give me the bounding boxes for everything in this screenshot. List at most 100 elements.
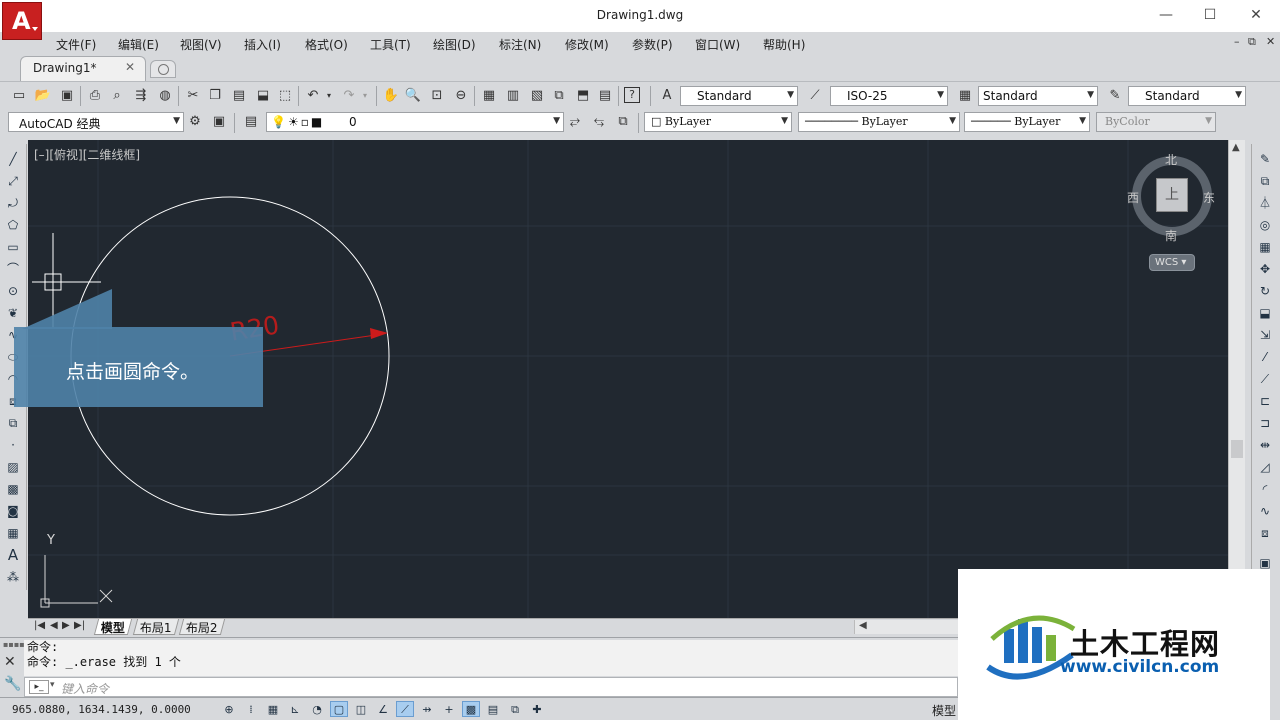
- plot-preview-icon[interactable]: ⌕: [108, 87, 126, 105]
- rotate-icon[interactable]: ↻: [1256, 282, 1274, 300]
- annotation-monitor-icon[interactable]: ✚: [528, 701, 546, 717]
- break-at-point-icon[interactable]: ⊏: [1256, 392, 1274, 410]
- menu-help[interactable]: 帮助(H): [763, 36, 805, 53]
- menu-parametric[interactable]: 参数(P): [632, 36, 673, 53]
- menu-tools[interactable]: 工具(T): [370, 36, 411, 53]
- copy-icon[interactable]: ❐: [206, 87, 224, 105]
- menu-window[interactable]: 窗口(W): [695, 36, 740, 53]
- close-window-button[interactable]: ✕: [1246, 6, 1266, 24]
- linetype-select[interactable]: ──────── ByLayer ▼: [798, 112, 960, 132]
- table-style-select[interactable]: Standard ▼: [978, 86, 1098, 106]
- block-editor-icon[interactable]: ⬚: [276, 87, 294, 105]
- cut-icon[interactable]: ✂: [184, 87, 202, 105]
- menu-insert[interactable]: 插入(I): [244, 36, 281, 53]
- menu-file[interactable]: 文件(F): [56, 36, 96, 53]
- table-style-icon[interactable]: ▦: [956, 87, 974, 105]
- copy-object-icon[interactable]: ⧉: [1256, 172, 1274, 190]
- next-layout-icon[interactable]: ▶: [62, 620, 70, 631]
- viewcube-west[interactable]: 西: [1127, 189, 1139, 206]
- dimension-style-select[interactable]: ISO-25 ▼: [830, 86, 948, 106]
- erase-icon[interactable]: ✎: [1256, 150, 1274, 168]
- sheet-set-icon[interactable]: ⧉: [550, 87, 568, 105]
- redo-icon[interactable]: ↷: [340, 87, 358, 105]
- command-prompt-icon[interactable]: ▸_: [29, 680, 49, 694]
- multileader-style-select[interactable]: Standard ▼: [1128, 86, 1246, 106]
- circle-icon[interactable]: ⊙: [4, 282, 22, 300]
- point-icon[interactable]: ·: [4, 436, 22, 454]
- customize-wrench-icon[interactable]: 🔧: [4, 676, 21, 692]
- layer-select[interactable]: 💡☀▫■ 0 ▼: [266, 112, 564, 132]
- menu-edit[interactable]: 编辑(E): [118, 36, 159, 53]
- publish-icon[interactable]: ⇶: [132, 87, 150, 105]
- hatch-icon[interactable]: ▨: [4, 458, 22, 476]
- dynamic-input-icon[interactable]: ⇸: [418, 701, 436, 717]
- doc-minimize-button[interactable]: –: [1234, 35, 1240, 48]
- polyline-icon[interactable]: ⤾: [4, 194, 22, 212]
- menu-dimension[interactable]: 标注(N): [499, 36, 541, 53]
- new-tab-button[interactable]: [150, 60, 176, 78]
- vertical-scrollbar[interactable]: ▲: [1228, 140, 1245, 618]
- maximize-button[interactable]: ☐: [1200, 6, 1220, 24]
- model-space-label[interactable]: 模型: [932, 702, 956, 719]
- text-style-select[interactable]: Standard ▼: [680, 86, 798, 106]
- join-icon[interactable]: ⇹: [1256, 436, 1274, 454]
- calculator-icon[interactable]: ▤: [596, 87, 614, 105]
- scroll-up-icon[interactable]: ▲: [1232, 142, 1240, 153]
- stretch-icon[interactable]: ⇲: [1256, 326, 1274, 344]
- multileader-style-icon[interactable]: ✎: [1106, 87, 1124, 105]
- revision-cloud-icon[interactable]: ❦: [4, 304, 22, 322]
- recent-commands-icon[interactable]: ▾: [50, 680, 55, 690]
- add-selected-icon[interactable]: ⁂: [4, 568, 22, 586]
- move-icon[interactable]: ✥: [1256, 260, 1274, 278]
- extend-icon[interactable]: ⟋: [1256, 370, 1274, 388]
- viewport-controls[interactable]: [–][俯视][二维线框]: [34, 146, 140, 163]
- ortho-mode-icon[interactable]: ⊾: [286, 701, 304, 717]
- selection-cycling-icon[interactable]: ⧉: [506, 701, 524, 717]
- layer-properties-icon[interactable]: ▤: [242, 113, 260, 131]
- layer-states-icon[interactable]: ⧉: [614, 113, 632, 131]
- lineweight-toggle-icon[interactable]: +: [440, 701, 458, 717]
- paste-icon[interactable]: ▤: [230, 87, 248, 105]
- scale-icon[interactable]: ⬓: [1256, 304, 1274, 322]
- scroll-left-icon[interactable]: ◀: [859, 620, 867, 631]
- make-block-icon[interactable]: ⧉: [4, 414, 22, 432]
- layer-previous-icon[interactable]: ⥃: [590, 113, 608, 131]
- doc-restore-button[interactable]: ⧉: [1248, 35, 1256, 49]
- doc-close-button[interactable]: ✕: [1266, 35, 1275, 48]
- table-icon[interactable]: ▦: [4, 524, 22, 542]
- polar-tracking-icon[interactable]: ◔: [308, 701, 326, 717]
- coordinate-readout[interactable]: 965.0880, 1634.1439, 0.0000: [12, 703, 191, 716]
- text-style-icon[interactable]: A: [658, 87, 676, 105]
- zoom-previous-icon[interactable]: ⊖: [452, 87, 470, 105]
- close-command-icon[interactable]: ✕: [4, 654, 16, 670]
- 3d-osnap-icon[interactable]: ◫: [352, 701, 370, 717]
- pan-icon[interactable]: ✋: [382, 87, 400, 105]
- ucs-menu-button[interactable]: WCS ▾: [1149, 254, 1195, 271]
- undo-icon[interactable]: ↶: [304, 87, 322, 105]
- color-select[interactable]: □ ByLayer ▼: [644, 112, 792, 132]
- snap-mode-icon[interactable]: ⁞: [242, 701, 260, 717]
- last-layout-icon[interactable]: ▶|: [74, 620, 85, 631]
- undo-dropdown-icon[interactable]: ▾: [324, 87, 334, 105]
- properties-icon[interactable]: ▦: [480, 87, 498, 105]
- offset-icon[interactable]: ◎: [1256, 216, 1274, 234]
- design-center-icon[interactable]: ▥: [504, 87, 522, 105]
- explode-icon[interactable]: ⧈: [1256, 524, 1274, 542]
- tab-layout1[interactable]: 布局1: [132, 619, 179, 635]
- trim-icon[interactable]: ⁄: [1256, 348, 1274, 366]
- viewcube-north[interactable]: 北: [1165, 151, 1177, 168]
- blend-curves-icon[interactable]: ∿: [1256, 502, 1274, 520]
- osnap-tracking-icon[interactable]: ∠: [374, 701, 392, 717]
- array-icon[interactable]: ▦: [1256, 238, 1274, 256]
- 3d-dwf-icon[interactable]: ◍: [156, 87, 174, 105]
- line-icon[interactable]: ╱: [4, 150, 22, 168]
- fillet-icon[interactable]: ◜: [1256, 480, 1274, 498]
- grid-display-icon[interactable]: ▦: [264, 701, 282, 717]
- viewcube-south[interactable]: 南: [1165, 227, 1177, 244]
- arc-icon[interactable]: ⌒: [4, 260, 22, 278]
- dim-style-icon[interactable]: ⟋: [806, 87, 824, 105]
- workspace-customize-icon[interactable]: ▣: [210, 113, 228, 131]
- zoom-realtime-icon[interactable]: 🔍: [404, 87, 422, 105]
- rectangle-icon[interactable]: ▭: [4, 238, 22, 256]
- lineweight-select[interactable]: ────── ByLayer ▼: [964, 112, 1090, 132]
